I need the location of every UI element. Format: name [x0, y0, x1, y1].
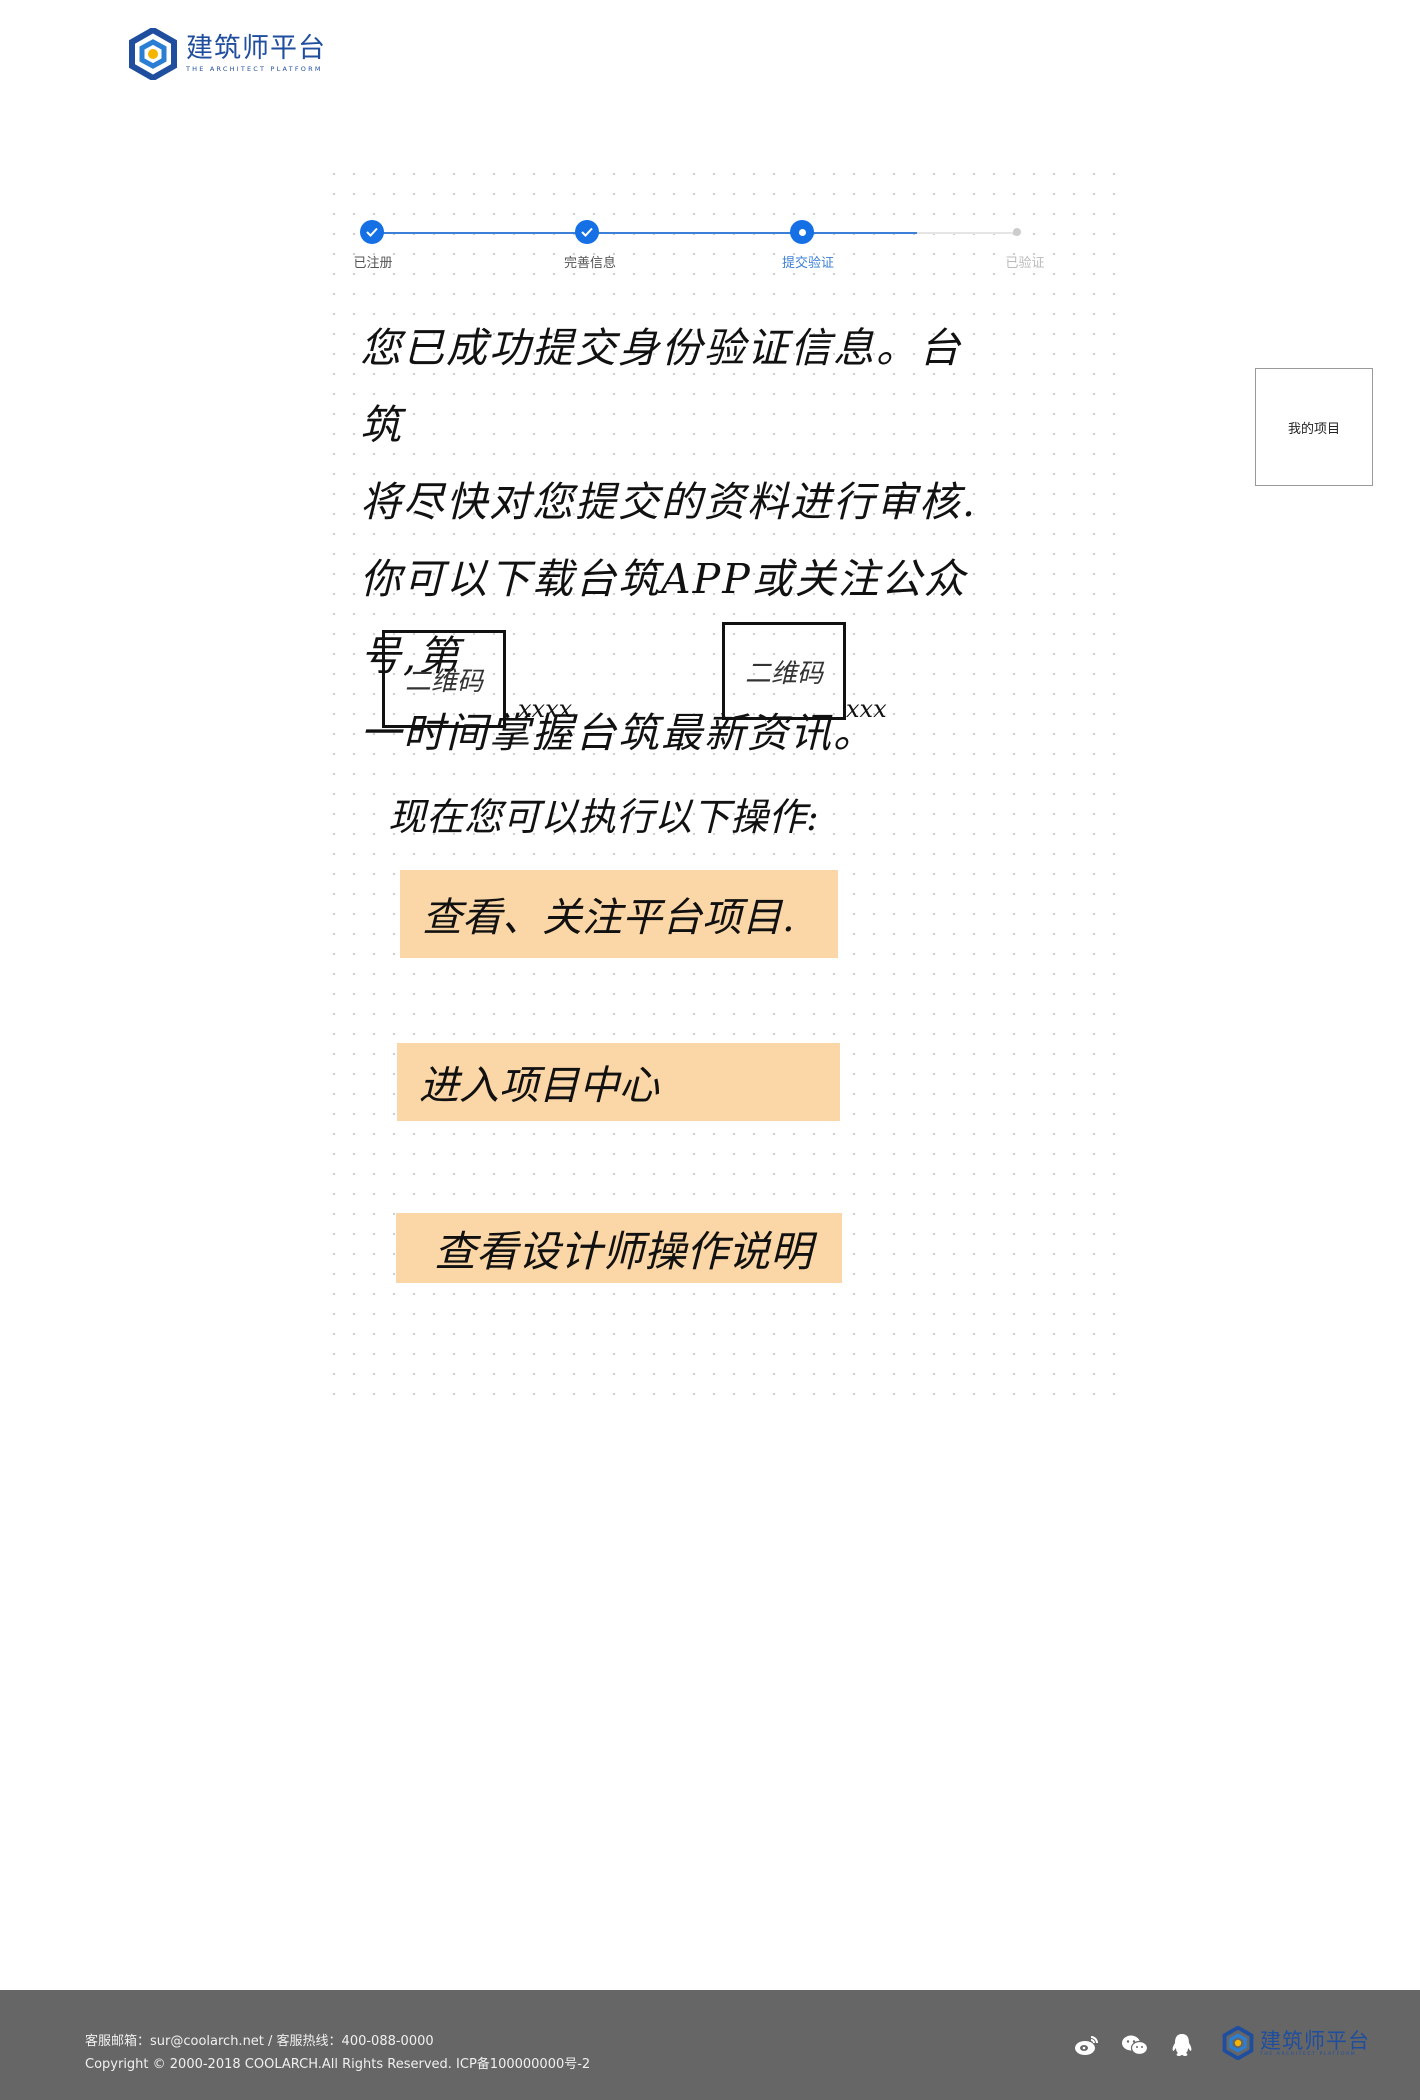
footer-logo-title: 建筑师平台 [1260, 2028, 1370, 2053]
message-line: 将尽快对您提交的资料进行审核. [360, 478, 978, 526]
wechat-icon[interactable] [1120, 2032, 1150, 2058]
step-4-pending-icon[interactable] [1013, 228, 1021, 236]
step-2-check-icon[interactable] [575, 220, 599, 244]
step-label-submit-verify[interactable]: 提交验证 [782, 252, 834, 271]
architect-logo-icon [1222, 2026, 1254, 2060]
qr-caption-app: xxxx [518, 695, 573, 723]
logo-subtitle: THE ARCHITECT PLATFORM [186, 65, 323, 73]
qr-code-official-account: 二维码 [722, 622, 846, 720]
logo-title: 建筑师平台 [186, 33, 326, 64]
footer: 客服邮箱：sur@coolarch.net / 客服热线：400-088-000… [0, 1990, 1420, 2100]
qr-code-label: 二维码 [404, 666, 483, 697]
actions-intro: 现在您可以执行以下操作: [388, 795, 819, 839]
qr-code-label: 二维码 [744, 658, 823, 689]
enter-project-center-button[interactable]: 进入项目中心 [397, 1043, 840, 1121]
weibo-icon[interactable] [1072, 2032, 1102, 2058]
architect-logo-icon [129, 28, 177, 80]
designer-guide-button[interactable]: 查看设计师操作说明 [396, 1213, 842, 1283]
my-projects-button[interactable]: 我的项目 [1255, 368, 1373, 486]
step-label-registered[interactable]: 已注册 [353, 252, 392, 271]
footer-contact: 客服邮箱：sur@coolarch.net / 客服热线：400-088-000… [85, 2034, 434, 2049]
qr-caption-official-account: xxx [846, 695, 887, 723]
qq-icon[interactable] [1167, 2032, 1197, 2058]
qr-code-app: 二维码 [382, 630, 506, 728]
step-label-verified[interactable]: 已验证 [1005, 252, 1044, 271]
view-follow-projects-button[interactable]: 查看、关注平台项目. [400, 870, 838, 958]
footer-logo[interactable]: 建筑师平台 THE ARCHITECT PLATFORM [1222, 2026, 1370, 2060]
step-label-complete-info[interactable]: 完善信息 [564, 252, 616, 271]
footer-copyright: Copyright © 2000-2018 COOLARCH.All Right… [85, 2057, 591, 2072]
step-3-current-icon[interactable] [790, 220, 814, 244]
footer-logo-subtitle: THE ARCHITECT PLATFORM [1260, 2051, 1357, 2057]
header-logo[interactable]: 建筑师平台 THE ARCHITECT PLATFORM [128, 28, 326, 80]
message-line: 您已成功提交身份验证信息。台筑 [360, 324, 962, 449]
step-1-check-icon[interactable] [360, 220, 384, 244]
